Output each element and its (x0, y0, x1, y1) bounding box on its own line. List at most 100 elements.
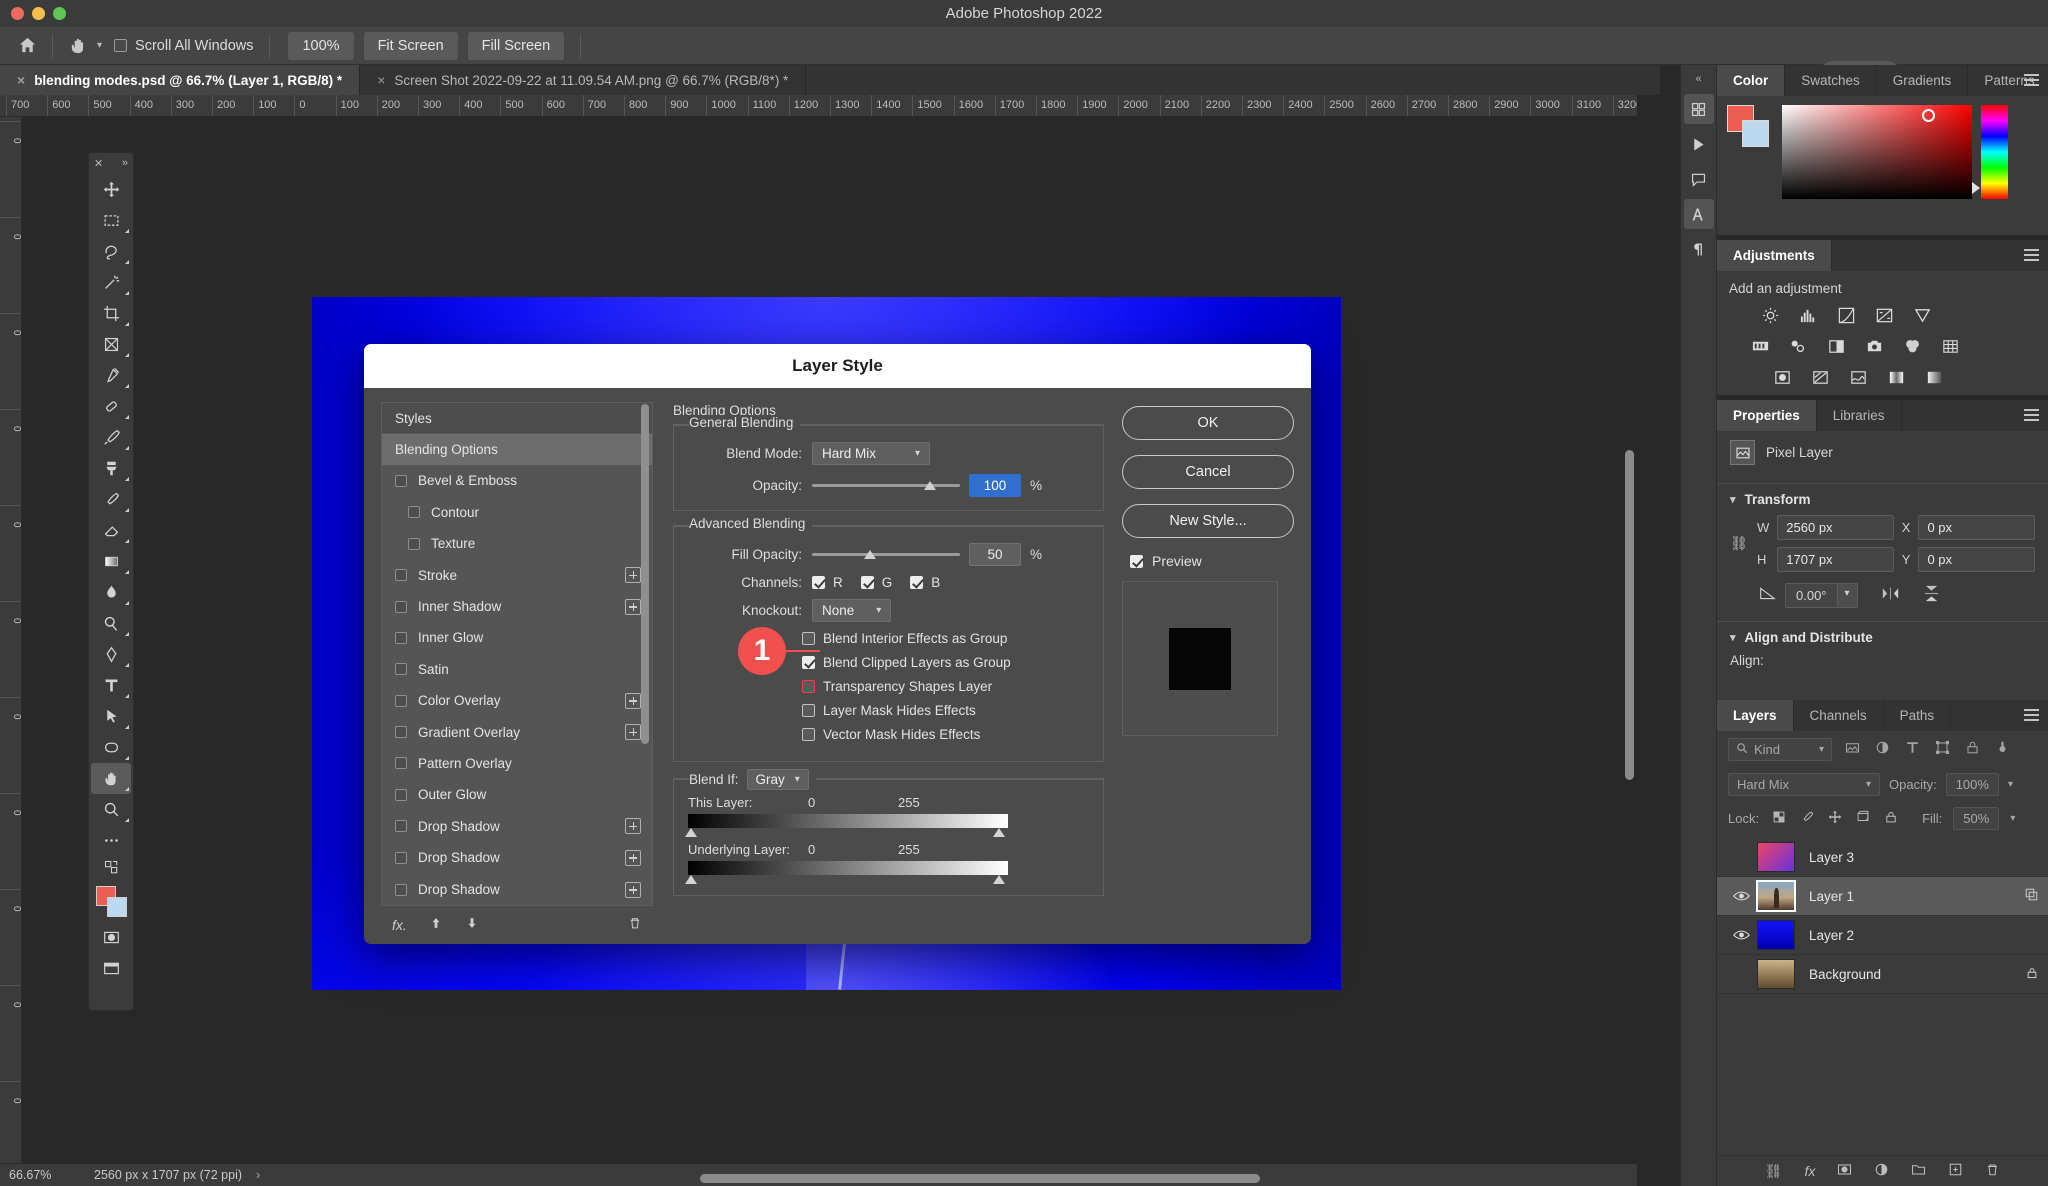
zoom-100-button[interactable]: 100% (288, 31, 354, 60)
more-tools-icon[interactable] (91, 825, 131, 856)
styles-item-inner-glow[interactable]: Inner Glow (382, 622, 652, 655)
color-swatches[interactable] (1727, 105, 1773, 149)
add-effect-icon[interactable] (625, 567, 641, 584)
styles-list-scrollbar[interactable] (641, 404, 649, 744)
move-up-icon[interactable] (429, 916, 443, 933)
panel-menu-icon[interactable] (2024, 74, 2039, 89)
styles-item-outer-glow[interactable]: Outer Glow (382, 779, 652, 812)
styles-item-bevel-emboss[interactable]: Bevel & Emboss (382, 465, 652, 498)
status-expand-arrow-icon[interactable]: › (242, 1168, 260, 1182)
gradient-map-icon[interactable] (1885, 367, 1907, 387)
type-filter-icon[interactable] (1903, 740, 1922, 760)
channel-b-checkbox[interactable]: B (910, 575, 940, 590)
styles-item-drop-shadow-2[interactable]: Drop Shadow (382, 842, 652, 874)
paragraph-icon[interactable] (1684, 234, 1714, 264)
fill-value[interactable]: 50% (1953, 807, 2000, 830)
blend-interior-effects-checkbox[interactable]: Blend Interior Effects as Group (802, 631, 1103, 646)
fx-icon[interactable]: fx. (392, 917, 407, 933)
canvas-horizontal-scrollbar[interactable] (700, 1174, 1260, 1183)
chevron-down-icon[interactable]: ▾ (1866, 779, 1871, 790)
hand-tool-icon[interactable] (91, 763, 131, 794)
layer-thumbnail[interactable] (1757, 920, 1795, 950)
zoom-level[interactable]: 66.67% (0, 1168, 78, 1182)
color-swatches[interactable] (90, 884, 132, 922)
layer-mask-hides-effects-checkbox[interactable]: Layer Mask Hides Effects (802, 703, 1103, 718)
blend-if-select[interactable]: Gray ▾ (746, 769, 809, 790)
swap-colors-icon[interactable] (91, 856, 131, 878)
new-style-button[interactable]: New Style... (1122, 504, 1294, 538)
chevron-down-icon[interactable]: ▾ (2008, 779, 2013, 790)
pixel-filter-icon[interactable] (1843, 740, 1862, 760)
adjustment-layer-icon[interactable] (1874, 1162, 1889, 1180)
expand-icon[interactable]: » (122, 157, 128, 170)
color-picker-field[interactable] (1782, 105, 1972, 199)
tab-libraries[interactable]: Libraries (1817, 400, 1902, 431)
underlying-layer-slider[interactable] (685, 861, 1008, 884)
checkbox-box[interactable] (395, 820, 407, 833)
panel-menu-icon[interactable] (2024, 709, 2039, 724)
home-icon[interactable] (10, 29, 44, 63)
underlying-layer-max[interactable]: 255 (898, 842, 920, 857)
checkbox-box[interactable] (395, 726, 407, 739)
add-effect-icon[interactable] (625, 881, 641, 898)
marquee-tool-icon[interactable] (91, 205, 131, 236)
new-group-icon[interactable] (1911, 1162, 1926, 1180)
blend-mode-select[interactable]: Hard Mix ▾ (812, 442, 930, 465)
add-effect-icon[interactable] (625, 692, 641, 709)
tab-gradients[interactable]: Gradients (1877, 65, 1969, 96)
panel-menu-icon[interactable] (2024, 249, 2039, 264)
styles-item-blending-options[interactable]: Blending Options (382, 434, 652, 466)
hue-saturation-icon[interactable] (1749, 336, 1771, 356)
fit-screen-button[interactable]: Fit Screen (363, 31, 458, 60)
add-effect-icon[interactable] (625, 598, 641, 615)
delete-layer-icon[interactable] (1985, 1162, 2000, 1180)
layer-thumbnail[interactable] (1757, 959, 1795, 989)
vector-mask-hides-effects-checkbox[interactable]: Vector Mask Hides Effects (802, 727, 1103, 742)
brightness-contrast-icon[interactable] (1759, 305, 1781, 325)
styles-item-stroke[interactable]: Stroke (382, 559, 652, 592)
panel-menu-icon[interactable] (2024, 409, 2039, 424)
styles-item-pattern-overlay[interactable]: Pattern Overlay (382, 748, 652, 780)
slider-knob[interactable] (864, 549, 876, 559)
height-input[interactable]: 1707 px (1777, 547, 1894, 572)
tab-swatches[interactable]: Swatches (1785, 65, 1877, 96)
styles-item-drop-shadow-3[interactable]: Drop Shadow (382, 873, 652, 906)
collapse-icon[interactable]: « (1695, 73, 1701, 85)
add-effect-icon[interactable] (625, 818, 641, 835)
flip-horizontal-icon[interactable] (1881, 585, 1900, 607)
width-input[interactable]: 2560 px (1777, 515, 1894, 540)
zoom-tool-icon[interactable] (91, 794, 131, 825)
y-input[interactable]: 0 px (1918, 547, 2035, 572)
crop-tool-icon[interactable] (91, 298, 131, 329)
layer-visibility-toggle[interactable] (1726, 929, 1757, 941)
lock-transparent-icon[interactable] (1770, 810, 1787, 827)
comment-icon[interactable] (1684, 164, 1714, 194)
checkbox-box[interactable] (395, 883, 407, 896)
adjustment-filter-icon[interactable] (1873, 740, 1892, 760)
this-layer-slider[interactable] (685, 814, 1008, 837)
background-color-swatch[interactable] (1742, 120, 1769, 147)
dodge-tool-icon[interactable] (91, 608, 131, 639)
checkbox-box[interactable] (395, 851, 407, 864)
styles-item-satin[interactable]: Satin (382, 654, 652, 686)
tab-properties[interactable]: Properties (1717, 400, 1817, 431)
character-icon[interactable] (1683, 199, 1714, 229)
color-panel-icon[interactable] (1683, 94, 1714, 124)
checkbox-box[interactable] (395, 600, 407, 613)
checkbox-box[interactable] (395, 663, 407, 676)
this-layer-white-handle[interactable] (993, 828, 1005, 837)
tab-channels[interactable]: Channels (1794, 700, 1884, 731)
lasso-tool-icon[interactable] (91, 236, 131, 267)
chevron-down-icon[interactable]: ▾ (1819, 744, 1824, 755)
checkbox-box[interactable] (395, 757, 407, 770)
gradient-tool-icon[interactable] (91, 546, 131, 577)
x-input[interactable]: 0 px (1918, 515, 2035, 540)
channel-r-checkbox[interactable]: R (812, 575, 843, 590)
layer-name[interactable]: Layer 1 (1809, 889, 1854, 904)
magic-wand-icon[interactable] (91, 267, 131, 298)
table-row[interactable]: Layer 2 (1717, 916, 2048, 955)
blur-tool-icon[interactable] (91, 577, 131, 608)
color-lookup-icon[interactable] (1939, 336, 1961, 356)
table-row[interactable]: Layer 1 (1717, 877, 2048, 916)
styles-item-gradient-overlay[interactable]: Gradient Overlay (382, 716, 652, 749)
